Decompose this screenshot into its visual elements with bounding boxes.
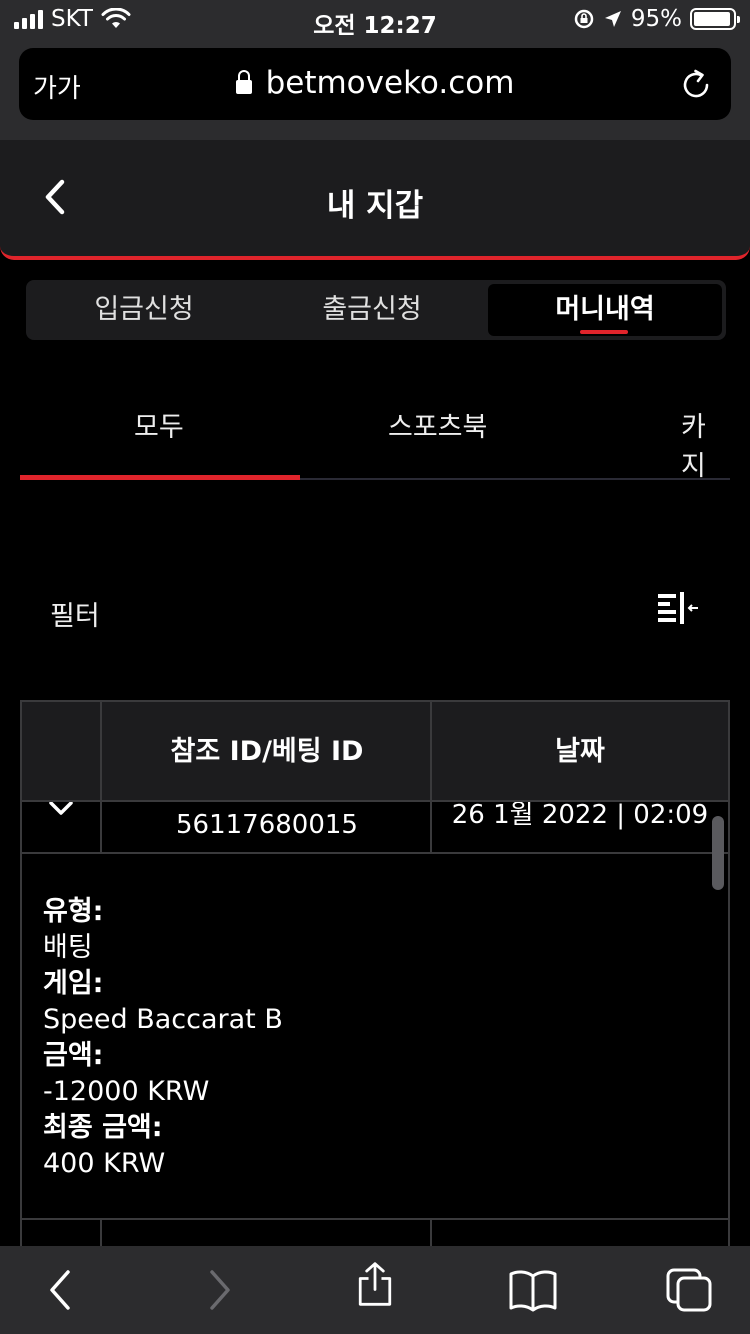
column-divider — [100, 702, 102, 802]
row-divider — [22, 852, 728, 854]
battery-icon — [690, 8, 740, 30]
row-details: 유형: 배팅 게임: Speed Baccarat B 금액: -12000 K… — [43, 894, 283, 1182]
amount-label: 금액: — [43, 1040, 104, 1071]
type-label: 유형: — [43, 896, 104, 927]
status-bar: SKT 오전 12:27 95% — [0, 0, 750, 40]
browser-back-icon[interactable] — [36, 1266, 86, 1314]
tabs-icon[interactable] — [664, 1266, 714, 1314]
tab-all[interactable]: 모두 — [134, 405, 184, 444]
game-value: Speed Baccarat B — [43, 1004, 283, 1035]
page-header: 내 지갑 — [0, 140, 750, 260]
column-header-date[interactable]: 날짜 — [432, 702, 728, 802]
type-value: 배팅 — [43, 932, 93, 963]
chevron-down-icon[interactable] — [48, 800, 74, 816]
row-divider — [22, 1218, 728, 1220]
column-header-expand — [22, 702, 102, 802]
browser-toolbar — [0, 1246, 750, 1334]
battery-percent: 95% — [630, 6, 682, 32]
rotation-lock-icon — [574, 9, 594, 29]
reference-id: 56117680015 — [176, 810, 358, 840]
table-header: 참조 ID/베팅 ID 날짜 — [22, 702, 728, 802]
reload-icon[interactable] — [677, 66, 715, 104]
url-text: betmoveko.com — [265, 65, 515, 101]
url-display[interactable]: betmoveko.com — [19, 65, 731, 101]
game-label: 게임: — [43, 968, 104, 999]
column-divider — [430, 702, 432, 802]
share-icon[interactable] — [350, 1260, 400, 1308]
column-header-ref-id[interactable]: 참조 ID/베팅 ID — [102, 702, 432, 802]
filter-label[interactable]: 필터 — [50, 594, 100, 633]
final-amount-label: 최종 금액: — [43, 1112, 163, 1143]
column-divider — [430, 1218, 432, 1246]
lock-icon — [235, 70, 252, 94]
location-icon — [604, 11, 621, 27]
scrollbar[interactable] — [712, 816, 724, 890]
filter-columns-icon[interactable] — [656, 590, 700, 628]
wallet-segmented-control: 입금신청 출금신청 머니내역 — [26, 280, 726, 340]
segment-deposit[interactable]: 입금신청 — [30, 284, 258, 336]
tab-sportsbook[interactable]: 스포츠북 — [388, 405, 487, 444]
active-tab-indicator — [20, 475, 300, 480]
browser-forward-icon[interactable] — [194, 1266, 244, 1314]
segment-money-history[interactable]: 머니내역 — [488, 284, 722, 336]
column-divider — [100, 1218, 102, 1246]
column-divider — [430, 802, 432, 852]
browser-chrome: 가가 betmoveko.com — [0, 40, 750, 140]
status-right: 95% — [573, 6, 740, 32]
category-tabs: 모두 스포츠북 카지 — [20, 390, 730, 483]
column-divider — [100, 802, 102, 852]
address-bar[interactable]: 가가 betmoveko.com — [19, 48, 731, 120]
amount-value: -12000 KRW — [43, 1076, 210, 1107]
final-amount-value: 400 KRW — [43, 1148, 166, 1179]
bookmarks-icon[interactable] — [508, 1266, 558, 1314]
history-table: 참조 ID/베팅 ID 날짜 56117680015 26 1월 2022 | … — [20, 700, 730, 1246]
tab-casino[interactable]: 카지 — [681, 405, 730, 483]
segment-withdraw[interactable]: 출금신청 — [258, 284, 486, 336]
page-title: 내 지갑 — [326, 188, 424, 224]
